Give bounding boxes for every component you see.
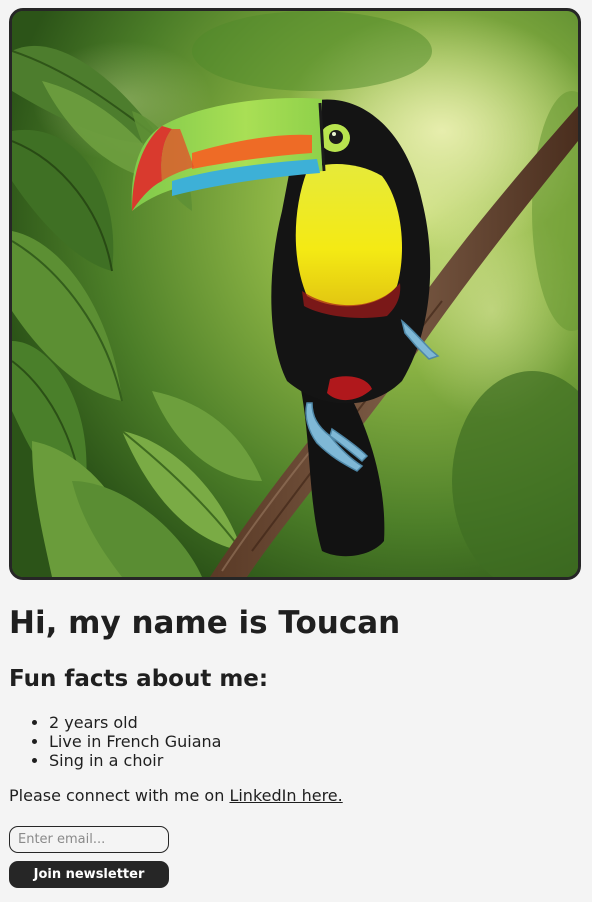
page: Hi, my name is Toucan Fun facts about me… bbox=[0, 0, 592, 902]
page-title: Hi, my name is Toucan bbox=[9, 605, 401, 641]
connect-prefix: Please connect with me on bbox=[9, 786, 230, 805]
list-item: Sing in a choir bbox=[49, 751, 221, 770]
list-item: 2 years old bbox=[49, 713, 221, 732]
join-newsletter-button[interactable]: Join newsletter bbox=[9, 861, 169, 888]
toucan-photo bbox=[9, 8, 581, 580]
list-item: Live in French Guiana bbox=[49, 732, 221, 751]
fun-facts-heading: Fun facts about me: bbox=[9, 666, 269, 692]
email-input[interactable] bbox=[9, 826, 169, 853]
connect-text: Please connect with me on LinkedIn here. bbox=[9, 786, 343, 806]
fun-facts-list: 2 years old Live in French Guiana Sing i… bbox=[9, 713, 221, 770]
linkedin-link[interactable]: LinkedIn here. bbox=[229, 786, 342, 805]
